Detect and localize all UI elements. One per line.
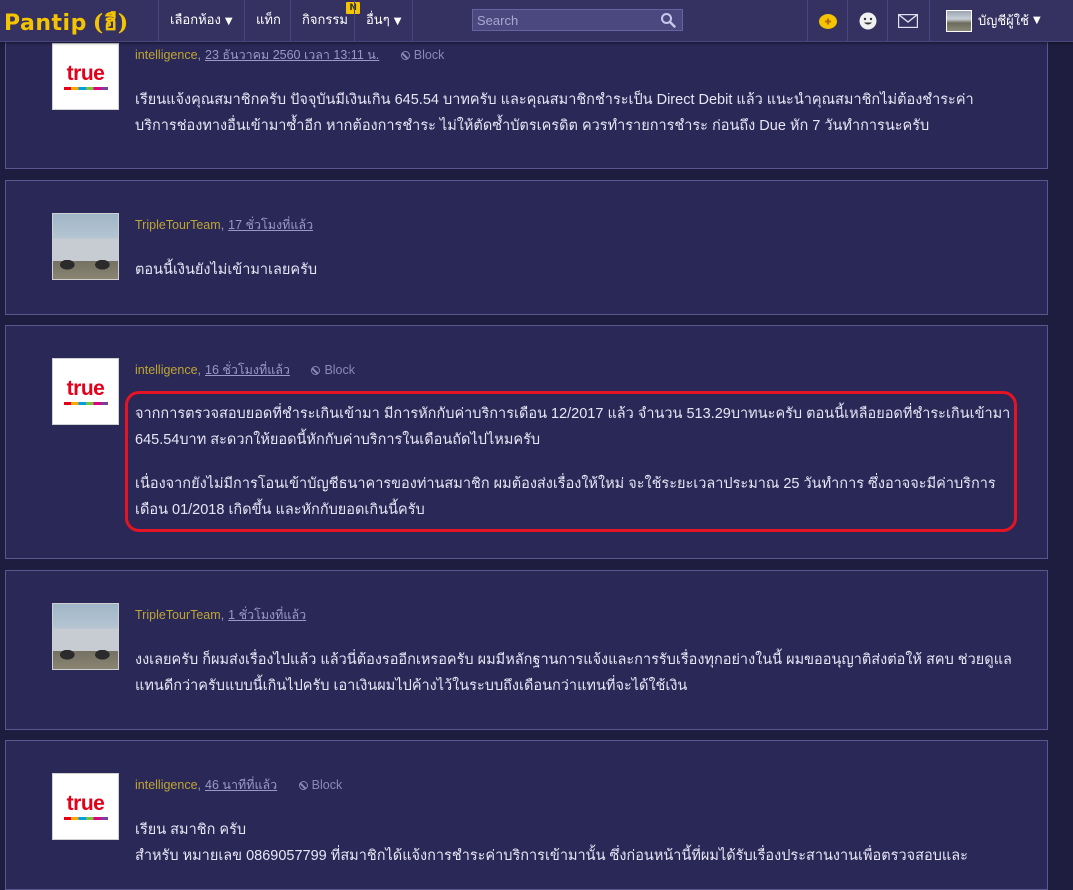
comment-meta: intelligence, 23 ธันวาคม 2560 เวลา 13:11 … bbox=[135, 48, 445, 62]
comment-meta: intelligence, 16 ชั่วโมงที่แล้ว Block bbox=[135, 363, 356, 377]
logo-mark: (ฮื) bbox=[92, 10, 129, 36]
comment-time[interactable]: 23 ธันวาคม 2560 เวลา 13:11 น. bbox=[205, 48, 379, 62]
chevron-down-icon: ▼ bbox=[393, 16, 402, 27]
comment-time[interactable]: 16 ชั่วโมงที่แล้ว bbox=[205, 363, 290, 377]
true-logo-text: true bbox=[66, 376, 105, 400]
nav-tag[interactable]: แท็ก bbox=[244, 0, 292, 41]
true-logo-text: true bbox=[66, 61, 105, 85]
comment-time[interactable]: 17 ชั่วโมงที่แล้ว bbox=[228, 218, 313, 232]
comment-time[interactable]: 1 ชั่วโมงที่แล้ว bbox=[228, 608, 306, 622]
comment-paragraph: เรียนแจ้งคุณสมาชิกครับ ปัจจุบันมีเงินเกิ… bbox=[135, 92, 974, 134]
comment-card: true intelligence, 23 ธันวาคม 2560 เวลา 1… bbox=[5, 20, 1048, 169]
comment-paragraph: สำหรับ หมายเลข 0869057799 ที่สมาชิกได้แจ… bbox=[135, 848, 968, 864]
pantip-logo[interactable]: Pantip (ฮื) bbox=[4, 5, 129, 40]
nav-activity[interactable]: กิจกรรม N bbox=[290, 0, 362, 41]
avatar[interactable] bbox=[52, 603, 119, 670]
true-logo-stripe bbox=[63, 816, 108, 820]
block-button[interactable]: Block bbox=[298, 778, 343, 792]
avatar[interactable]: true bbox=[52, 43, 119, 110]
add-emoji-icon bbox=[818, 13, 837, 29]
block-icon bbox=[400, 51, 410, 60]
true-logo-stripe bbox=[63, 401, 108, 405]
user-account-menu[interactable]: บัญชีผู้ใช้ ▼ bbox=[929, 0, 1049, 41]
block-button[interactable]: Block bbox=[400, 48, 445, 62]
comment-card: TripleTourTeam, 1 ชั่วโมงที่แล้ว งงเลยครั… bbox=[5, 570, 1048, 730]
smiley-button[interactable] bbox=[847, 0, 887, 41]
avatar[interactable] bbox=[52, 213, 119, 280]
add-emoji-button[interactable] bbox=[807, 0, 847, 41]
comment-paragraph: งงเลยครับ ก็ผมส่งเรื่องไปแล้ว แล้วนี่ต้อ… bbox=[135, 652, 1012, 694]
block-button[interactable]: Block bbox=[311, 363, 355, 377]
comment-author[interactable]: TripleTourTeam bbox=[135, 608, 221, 622]
nav-more-label: อื่นๆ bbox=[366, 13, 390, 28]
true-logo-stripe bbox=[63, 86, 108, 90]
block-label: Block bbox=[413, 48, 445, 62]
comment-paragraph: เรียน สมาชิก ครับ bbox=[135, 822, 247, 838]
block-icon bbox=[311, 366, 321, 375]
true-logo-text: true bbox=[66, 791, 105, 815]
comment-author[interactable]: intelligence bbox=[135, 778, 198, 792]
comment-card: true intelligence, 46 นาทีที่แล้ว Block เ… bbox=[5, 740, 1048, 890]
comment-body: เรียนแจ้งคุณสมาชิกครับ ปัจจุบันมีเงินเกิ… bbox=[135, 87, 1015, 139]
comment-paragraph: ตอนนี้เงินยังไม่เข้ามาเลยครับ bbox=[135, 262, 318, 278]
nav-more[interactable]: อื่นๆ ▼ bbox=[354, 0, 414, 41]
avatar[interactable]: true bbox=[52, 773, 119, 840]
nav-select-room-label: เลือกห้อง bbox=[170, 13, 221, 28]
nav-activity-label: กิจกรรม bbox=[302, 13, 348, 28]
comment-time[interactable]: 46 นาทีที่แล้ว bbox=[205, 778, 277, 792]
chevron-down-icon: ▼ bbox=[1032, 15, 1041, 26]
block-label: Block bbox=[324, 363, 356, 377]
comment-card: TripleTourTeam, 17 ชั่วโมงที่แล้ว ตอนนี้เ… bbox=[5, 180, 1048, 315]
search-box bbox=[472, 9, 683, 31]
user-avatar bbox=[946, 9, 972, 32]
comment-meta: TripleTourTeam, 1 ชั่วโมงที่แล้ว bbox=[135, 608, 307, 622]
nav-select-room[interactable]: เลือกห้อง ▼ bbox=[158, 0, 244, 41]
comment-card: true intelligence, 16 ชั่วโมงที่แล้ว Bloc… bbox=[5, 325, 1048, 559]
comment-author[interactable]: TripleTourTeam bbox=[135, 218, 221, 232]
mail-icon bbox=[897, 13, 918, 28]
comment-author[interactable]: intelligence bbox=[135, 48, 198, 62]
mail-button[interactable] bbox=[887, 0, 927, 41]
comment-meta: TripleTourTeam, 17 ชั่วโมงที่แล้ว bbox=[135, 218, 314, 232]
comment-body: เรียน สมาชิก ครับ สำหรับ หมายเลข 0869057… bbox=[135, 817, 1015, 869]
user-account-label: บัญชีผู้ใช้ bbox=[978, 14, 1029, 29]
search-icon[interactable] bbox=[660, 12, 676, 28]
block-label: Block bbox=[311, 778, 343, 792]
comment-meta: intelligence, 46 นาทีที่แล้ว Block bbox=[135, 778, 343, 792]
chevron-down-icon: ▼ bbox=[224, 16, 233, 27]
logo-text: Pantip bbox=[4, 11, 87, 36]
smiley-icon bbox=[859, 12, 876, 29]
nav-tag-label: แท็ก bbox=[256, 13, 281, 28]
comment-paragraph: เนื่องจากยังไม่มีการโอนเข้าบัญชีธนาคารขอ… bbox=[135, 476, 996, 518]
top-nav-bar: Pantip (ฮื) เลือกห้อง ▼ แท็ก กิจกรรม N อื่… bbox=[0, 0, 1073, 42]
comment-paragraph: จากการตรวจสอบยอดที่ชำระเกินเข้ามา มีการห… bbox=[135, 406, 1011, 448]
block-icon bbox=[298, 781, 308, 790]
comment-body: งงเลยครับ ก็ผมส่งเรื่องไปแล้ว แล้วนี่ต้อ… bbox=[135, 647, 1015, 699]
search-input[interactable] bbox=[473, 10, 661, 30]
comment-body: จากการตรวจสอบยอดที่ชำระเกินเข้ามา มีการห… bbox=[135, 401, 1015, 523]
comment-author[interactable]: intelligence bbox=[135, 363, 198, 377]
comment-body: ตอนนี้เงินยังไม่เข้ามาเลยครับ bbox=[135, 257, 1015, 283]
avatar[interactable]: true bbox=[52, 358, 119, 425]
